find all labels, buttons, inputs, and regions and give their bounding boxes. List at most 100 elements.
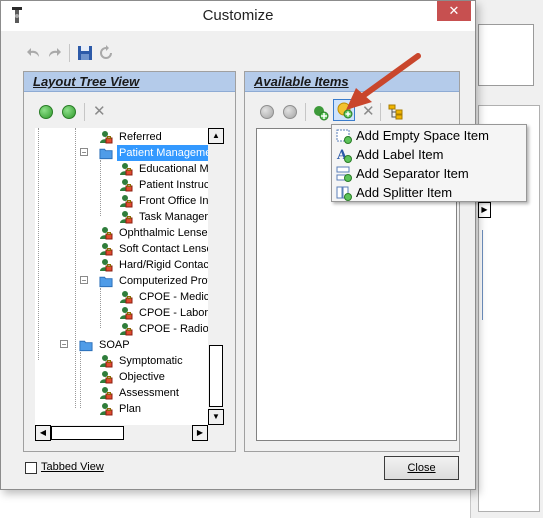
folder-icon	[99, 276, 113, 288]
tabbed-view-label-text: Tabbed View	[41, 461, 104, 473]
menu-item-add-splitter[interactable]: Add Splitter Item	[333, 183, 525, 202]
menu-item-label: Add Separator Item	[356, 166, 469, 181]
tree-item-node[interactable]: Front Office Ins	[119, 193, 208, 209]
move-up-icon[interactable]	[260, 105, 274, 119]
collapse-all-icon[interactable]	[62, 105, 76, 119]
scroll-right-arrow[interactable]: ▶	[192, 425, 208, 441]
tree-line	[80, 352, 81, 408]
tree-vertical-scrollbar[interactable]: ▲ ▼	[208, 128, 224, 425]
tree-item-node[interactable]: CPOE - Radiolo	[119, 321, 208, 337]
scroll-left-arrow[interactable]: ◀	[35, 425, 51, 441]
close-button-label: Close	[407, 462, 436, 474]
toolbar-separator	[84, 103, 85, 121]
menu-item-add-label[interactable]: A Add Label Item	[333, 145, 525, 164]
tree-line	[100, 288, 101, 328]
menu-item-add-empty-space[interactable]: Add Empty Space Item	[333, 126, 525, 145]
tree-item-node[interactable]: Patient Instruct	[119, 177, 208, 193]
add-item-icon[interactable]	[312, 103, 330, 121]
tree-item-node[interactable]: Symptomatic	[99, 353, 208, 369]
layout-item-icon	[120, 211, 133, 224]
scroll-down-arrow[interactable]: ▼	[208, 409, 224, 425]
toolbar-separator	[69, 44, 70, 62]
window-close-button[interactable]: ✕	[437, 1, 471, 21]
folder-icon	[99, 148, 113, 160]
background-panel	[478, 24, 534, 86]
expand-all-icon[interactable]	[39, 105, 53, 119]
layout-tree-title: Layout Tree View	[33, 74, 140, 89]
layout-item-icon	[100, 243, 113, 256]
title-bar: Customize ✕	[1, 1, 475, 31]
save-icon[interactable]	[77, 45, 93, 61]
splitter-item-icon	[336, 186, 352, 201]
tree-item-node[interactable]: Educational Ma	[119, 161, 208, 177]
layout-item-icon	[120, 307, 133, 320]
empty-space-icon	[336, 129, 352, 144]
tree-group-node[interactable]: Computerized Prov	[99, 273, 208, 289]
scroll-thumb[interactable]	[209, 345, 223, 407]
tree-item-node[interactable]: Hard/Rigid Contac	[99, 257, 208, 273]
tree-node-label: Patient Instruct	[139, 179, 208, 191]
background-scroll-arrow: ▶	[478, 202, 491, 218]
tree-node-label: Symptomatic	[119, 355, 183, 367]
scroll-up-arrow[interactable]: ▲	[208, 128, 224, 144]
menu-item-add-separator[interactable]: Add Separator Item	[333, 164, 525, 183]
redo-icon[interactable]	[46, 45, 62, 61]
tabbed-view-checkbox[interactable]	[25, 462, 37, 474]
tree-item-node[interactable]: CPOE - Medica	[119, 289, 208, 305]
layout-item-icon	[120, 291, 133, 304]
layout-tree-header: Layout Tree View	[24, 72, 235, 92]
tree-line	[38, 128, 39, 360]
menu-item-label: Add Empty Space Item	[356, 128, 489, 143]
tree-item-node[interactable]: Objective	[99, 369, 208, 385]
delete-icon[interactable]: ✕	[93, 104, 106, 119]
collapse-toggle-icon[interactable]: −	[60, 340, 68, 349]
collapse-toggle-icon[interactable]: −	[80, 148, 88, 157]
layout-item-icon	[100, 227, 113, 240]
separator-item-icon	[336, 166, 352, 182]
tree-node-label: Referred	[119, 131, 162, 143]
move-down-icon[interactable]	[283, 105, 297, 119]
tree-node-label: Ophthalmic Lenses	[119, 227, 208, 239]
tree-item-node[interactable]: CPOE - Labora	[119, 305, 208, 321]
tree-node-label: Hard/Rigid Contac	[119, 259, 208, 271]
tree-node-label: Plan	[119, 403, 142, 415]
layout-item-icon	[120, 195, 133, 208]
tree-item-node[interactable]: Ophthalmic Lenses	[99, 225, 208, 241]
scroll-thumb[interactable]	[51, 426, 124, 440]
tree-node-label: Task Manager	[139, 211, 208, 223]
label-item-icon: A	[336, 148, 352, 163]
tree-node-label: Assessment	[119, 387, 179, 399]
tree-item-node[interactable]: Referred	[99, 129, 208, 145]
layout-item-icon	[120, 323, 133, 336]
tree-node-label: CPOE - Radiolo	[139, 323, 208, 335]
tree-item-node[interactable]: Assessment	[99, 385, 208, 401]
tree-node-label: Front Office Ins	[139, 195, 208, 207]
layout-item-icon	[120, 179, 133, 192]
tree-horizontal-scrollbar[interactable]: ◀ ▶	[35, 425, 208, 441]
layout-item-icon	[100, 403, 113, 416]
tree-node-label: Soft Contact Lense	[119, 243, 208, 255]
tree-group-node[interactable]: Patient Manageme	[99, 145, 208, 161]
close-button[interactable]: Close	[384, 456, 459, 480]
add-item-menu: Add Empty Space Item A Add Label Item Ad…	[331, 124, 527, 202]
tree-node-label: Patient Manageme	[117, 145, 208, 161]
toolbar-separator	[305, 103, 306, 121]
layout-item-icon	[120, 163, 133, 176]
background-line	[482, 230, 484, 320]
tree-item-node[interactable]: Soft Contact Lense	[99, 241, 208, 257]
reset-icon[interactable]	[98, 45, 114, 61]
tabbed-view-label[interactable]: Tabbed View	[41, 461, 104, 473]
tree-node-label: Educational Ma	[139, 163, 208, 175]
tree-group-node[interactable]: SOAP	[79, 337, 208, 353]
menu-item-label: Add Splitter Item	[356, 185, 453, 200]
tree-item-node[interactable]: Plan	[99, 401, 208, 417]
tree-line	[100, 160, 101, 216]
undo-icon[interactable]	[26, 45, 42, 61]
window-title: Customize	[202, 7, 274, 24]
tree-node-label: Computerized Prov	[119, 275, 208, 287]
collapse-toggle-icon[interactable]: −	[80, 276, 88, 285]
tree-item-node[interactable]: Task Manager	[119, 209, 208, 225]
folder-icon	[79, 340, 93, 352]
menu-item-label: Add Label Item	[356, 147, 444, 162]
layout-item-icon	[100, 131, 113, 144]
